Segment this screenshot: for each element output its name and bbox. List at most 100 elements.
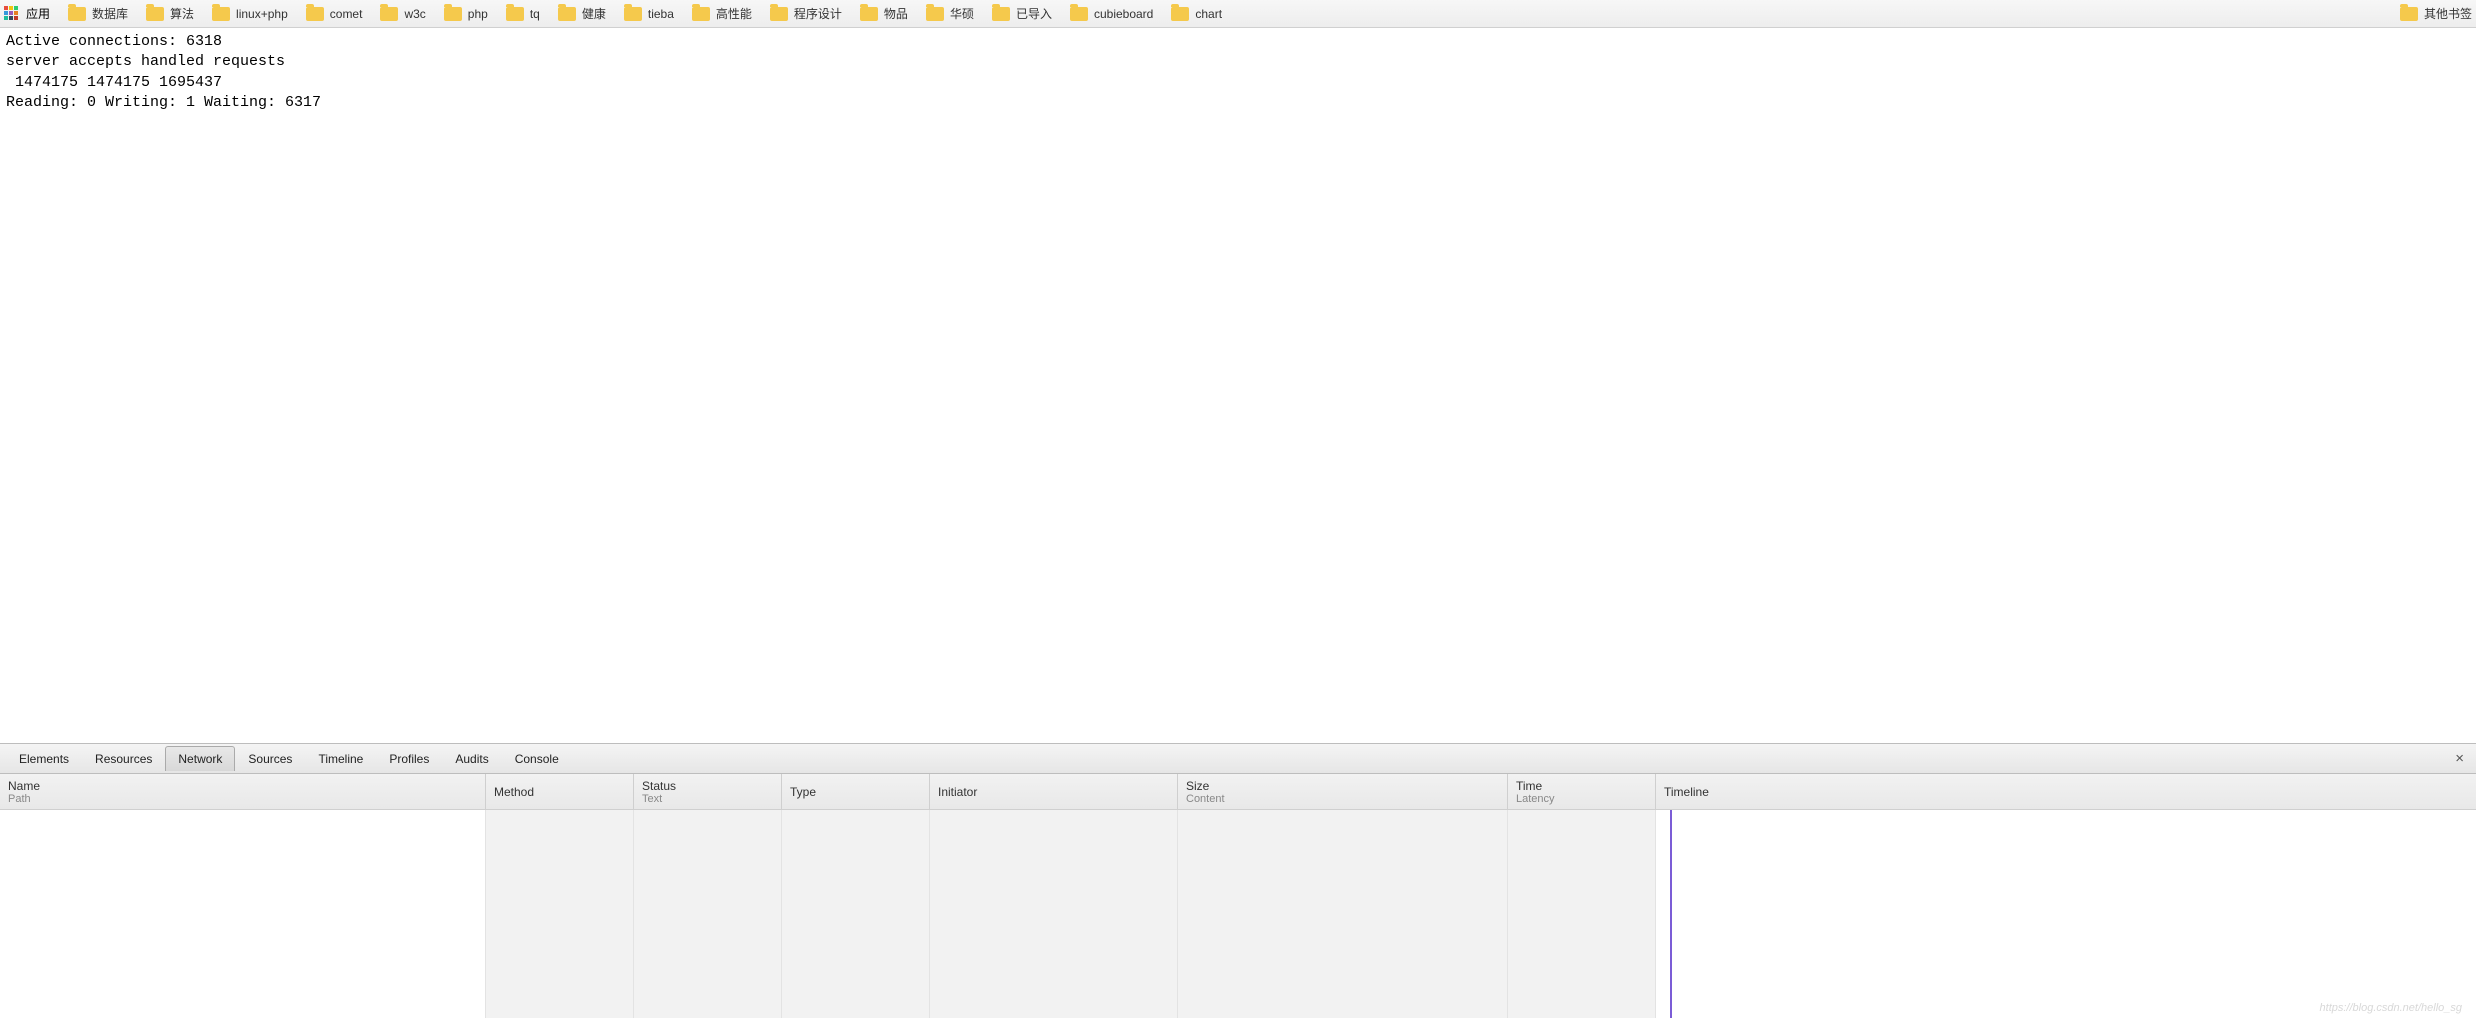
status-line-4: Reading: 0 Writing: 1 Waiting: 6317 xyxy=(6,94,330,111)
bookmark-folder-tq[interactable]: tq xyxy=(506,7,540,21)
devtools-tabs: Elements Resources Network Sources Timel… xyxy=(0,744,2476,774)
column-time[interactable]: Time Latency xyxy=(1508,774,1656,809)
tab-audits[interactable]: Audits xyxy=(442,746,501,771)
tab-sources[interactable]: Sources xyxy=(235,746,305,771)
grid-body-timeline: https://blog.csdn.net/hello_sg xyxy=(1656,810,2476,1018)
bookmark-folder-物品[interactable]: 物品 xyxy=(860,5,908,22)
folder-icon xyxy=(306,7,324,21)
folder-icon xyxy=(860,7,878,21)
column-title: Status xyxy=(642,779,773,793)
page-content: Active connections: 6318 server accepts … xyxy=(0,28,2476,743)
grid-body-initiator xyxy=(930,810,1178,1018)
bookmark-label: 高性能 xyxy=(716,5,752,22)
folder-icon xyxy=(770,7,788,21)
bookmark-label: 数据库 xyxy=(92,5,128,22)
grid-body-status xyxy=(634,810,782,1018)
column-subtitle: Latency xyxy=(1516,793,1647,805)
bookmark-label: 算法 xyxy=(170,5,194,22)
grid-body-time xyxy=(1508,810,1656,1018)
bookmark-folder-comet[interactable]: comet xyxy=(306,7,363,21)
bookmark-folder-w3c[interactable]: w3c xyxy=(380,7,425,21)
watermark-text: https://blog.csdn.net/hello_sg xyxy=(2320,1002,2462,1014)
network-grid-header: Name Path Method Status Text Type Initia… xyxy=(0,774,2476,810)
bookmark-folder-数据库[interactable]: 数据库 xyxy=(68,5,128,22)
column-status[interactable]: Status Text xyxy=(634,774,782,809)
bookmark-folder-php[interactable]: php xyxy=(444,7,488,21)
bookmark-label: tieba xyxy=(648,7,674,21)
tab-profiles[interactable]: Profiles xyxy=(376,746,442,771)
folder-icon xyxy=(212,7,230,21)
folder-icon xyxy=(1070,7,1088,21)
folder-icon xyxy=(506,7,524,21)
bookmark-folder-华硕[interactable]: 华硕 xyxy=(926,5,974,22)
bookmark-label: php xyxy=(468,7,488,21)
column-title: Size xyxy=(1186,779,1499,793)
bookmark-label: tq xyxy=(530,7,540,21)
apps-button[interactable]: 应用 xyxy=(4,5,50,22)
status-line-2: server accepts handled requests xyxy=(6,53,285,70)
folder-icon xyxy=(692,7,710,21)
bookmark-folder-linux-php[interactable]: linux+php xyxy=(212,7,288,21)
bookmarks-bar: 应用 数据库 算法 linux+php comet w3c php tq 健康 … xyxy=(0,0,2476,28)
other-bookmarks-button[interactable]: 其他书签 xyxy=(2400,5,2472,22)
bookmark-folder-算法[interactable]: 算法 xyxy=(146,5,194,22)
bookmark-label: cubieboard xyxy=(1094,7,1153,21)
column-title: Time xyxy=(1516,779,1647,793)
bookmark-folder-chart[interactable]: chart xyxy=(1171,7,1222,21)
tab-elements[interactable]: Elements xyxy=(6,746,82,771)
column-title: Initiator xyxy=(938,785,1169,799)
grid-body-name xyxy=(0,810,486,1018)
column-subtitle: Content xyxy=(1186,793,1499,805)
bookmark-label: linux+php xyxy=(236,7,288,21)
bookmark-folder-cubieboard[interactable]: cubieboard xyxy=(1070,7,1153,21)
folder-icon xyxy=(992,7,1010,21)
tab-timeline[interactable]: Timeline xyxy=(305,746,376,771)
bookmark-label: 华硕 xyxy=(950,5,974,22)
folder-icon xyxy=(68,7,86,21)
column-title: Name xyxy=(8,779,477,793)
column-title: Type xyxy=(790,785,921,799)
apps-icon xyxy=(4,6,20,22)
bookmark-folder-已导入[interactable]: 已导入 xyxy=(992,5,1052,22)
column-subtitle: Text xyxy=(642,793,773,805)
apps-label: 应用 xyxy=(26,5,50,22)
column-type[interactable]: Type xyxy=(782,774,930,809)
folder-icon xyxy=(2400,7,2418,21)
devtools-panel: Elements Resources Network Sources Timel… xyxy=(0,743,2476,1018)
bookmark-label: 物品 xyxy=(884,5,908,22)
column-subtitle: Path xyxy=(8,793,477,805)
bookmark-label: comet xyxy=(330,7,363,21)
folder-icon xyxy=(558,7,576,21)
folder-icon xyxy=(624,7,642,21)
devtools-close-button[interactable]: × xyxy=(2449,750,2470,767)
bookmark-label: chart xyxy=(1195,7,1222,21)
tab-network[interactable]: Network xyxy=(165,746,235,771)
folder-icon xyxy=(380,7,398,21)
grid-body-size xyxy=(1178,810,1508,1018)
bookmark-folder-程序设计[interactable]: 程序设计 xyxy=(770,5,842,22)
tab-console[interactable]: Console xyxy=(502,746,572,771)
timeline-marker xyxy=(1670,810,1672,1018)
bookmark-folder-健康[interactable]: 健康 xyxy=(558,5,606,22)
bookmark-label: 已导入 xyxy=(1016,5,1052,22)
grid-body-method xyxy=(486,810,634,1018)
bookmark-label: w3c xyxy=(404,7,425,21)
other-bookmarks-label: 其他书签 xyxy=(2424,5,2472,22)
folder-icon xyxy=(926,7,944,21)
column-method[interactable]: Method xyxy=(486,774,634,809)
bookmark-folder-tieba[interactable]: tieba xyxy=(624,7,674,21)
status-line-1: Active connections: 6318 xyxy=(6,33,231,50)
network-grid-body: https://blog.csdn.net/hello_sg xyxy=(0,810,2476,1018)
folder-icon xyxy=(146,7,164,21)
grid-body-type xyxy=(782,810,930,1018)
folder-icon xyxy=(1171,7,1189,21)
bookmark-folder-高性能[interactable]: 高性能 xyxy=(692,5,752,22)
column-title: Timeline xyxy=(1664,785,2468,799)
column-initiator[interactable]: Initiator xyxy=(930,774,1178,809)
column-timeline[interactable]: Timeline xyxy=(1656,774,2476,809)
tab-resources[interactable]: Resources xyxy=(82,746,165,771)
folder-icon xyxy=(444,7,462,21)
column-size[interactable]: Size Content xyxy=(1178,774,1508,809)
status-line-3: 1474175 1474175 1695437 xyxy=(6,74,231,91)
column-name[interactable]: Name Path xyxy=(0,774,486,809)
